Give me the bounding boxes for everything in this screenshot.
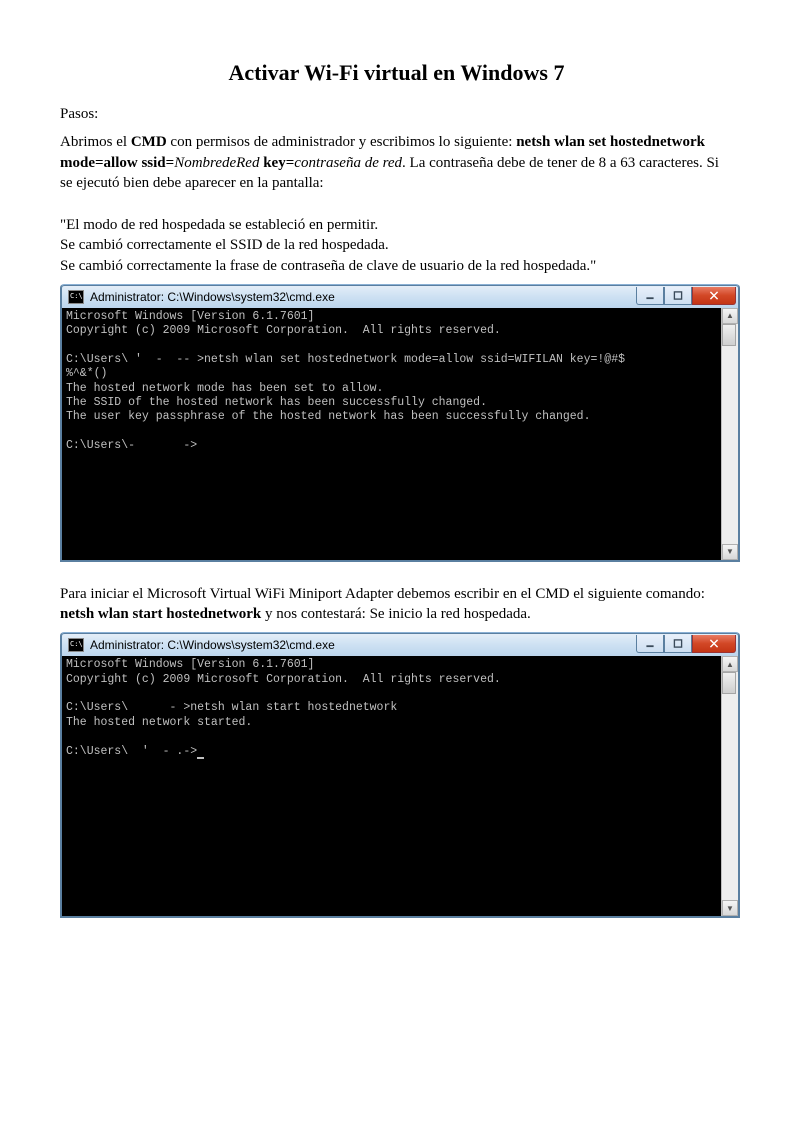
text-italic: NombredeRed xyxy=(174,155,259,171)
cmd-window-title: Administrator: C:\Windows\system32\cmd.e… xyxy=(90,638,636,652)
maximize-button[interactable] xyxy=(664,287,692,305)
minimize-icon xyxy=(645,291,655,300)
maximize-icon xyxy=(673,639,683,648)
close-icon xyxy=(709,639,719,648)
cmd-line: %^&*() xyxy=(66,367,107,380)
cmd-output[interactable]: Microsoft Windows [Version 6.1.7601] Cop… xyxy=(62,308,721,560)
close-button[interactable] xyxy=(692,287,736,305)
scroll-thumb[interactable] xyxy=(722,672,736,694)
scroll-thumb[interactable] xyxy=(722,324,736,346)
cmd-line: The SSID of the hosted network has been … xyxy=(66,396,487,409)
cmd-window-2: Administrator: C:\Windows\system32\cmd.e… xyxy=(60,632,740,918)
text-bold: netsh wlan start hostednetwork xyxy=(60,606,261,622)
steps-label: Pasos: xyxy=(60,104,733,124)
cmd-line: Copyright (c) 2009 Microsoft Corporation… xyxy=(66,673,501,686)
cmd-window-title: Administrator: C:\Windows\system32\cmd.e… xyxy=(90,290,636,304)
text: con permisos de administrador y escribim… xyxy=(167,134,517,150)
scroll-track[interactable] xyxy=(722,324,738,544)
text: y nos contestará: Se inicio la red hospe… xyxy=(261,606,531,622)
quote-line: Se cambió correctamente el SSID de la re… xyxy=(60,235,733,255)
paragraph-1: Abrimos el CMD con permisos de administr… xyxy=(60,132,733,193)
scroll-track[interactable] xyxy=(722,672,738,900)
quote-line: Se cambió correctamente la frase de cont… xyxy=(60,256,733,276)
page-title: Activar Wi-Fi virtual en Windows 7 xyxy=(60,60,733,86)
scroll-down-button[interactable]: ▼ xyxy=(722,544,738,560)
cmd-line: The user key passphrase of the hosted ne… xyxy=(66,410,591,423)
scroll-up-button[interactable]: ▲ xyxy=(722,656,738,672)
text: Para iniciar el Microsoft Virtual WiFi M… xyxy=(60,586,705,602)
cmd-body-wrap: Microsoft Windows [Version 6.1.7601] Cop… xyxy=(62,656,738,916)
text-italic: contraseña de red xyxy=(294,155,402,171)
close-icon xyxy=(709,291,719,300)
text: Abrimos el xyxy=(60,134,131,150)
cmd-line: C:\Users\ ' - -- >netsh wlan set hostedn… xyxy=(66,353,625,366)
scrollbar[interactable]: ▲ ▼ xyxy=(721,656,738,916)
close-button[interactable] xyxy=(692,635,736,653)
cmd-line: Copyright (c) 2009 Microsoft Corporation… xyxy=(66,324,501,337)
minimize-button[interactable] xyxy=(636,287,664,305)
minimize-icon xyxy=(645,639,655,648)
scroll-up-button[interactable]: ▲ xyxy=(722,308,738,324)
maximize-button[interactable] xyxy=(664,635,692,653)
cmd-line: C:\Users\ - >netsh wlan start hostednetw… xyxy=(66,701,397,714)
cmd-window-1: Administrator: C:\Windows\system32\cmd.e… xyxy=(60,284,740,562)
maximize-icon xyxy=(673,291,683,300)
cmd-icon xyxy=(68,638,84,652)
cmd-titlebar[interactable]: Administrator: C:\Windows\system32\cmd.e… xyxy=(62,286,738,308)
scroll-down-button[interactable]: ▼ xyxy=(722,900,738,916)
cmd-output[interactable]: Microsoft Windows [Version 6.1.7601] Cop… xyxy=(62,656,721,916)
text-bold: CMD xyxy=(131,134,167,150)
cmd-titlebar[interactable]: Administrator: C:\Windows\system32\cmd.e… xyxy=(62,634,738,656)
scrollbar[interactable]: ▲ ▼ xyxy=(721,308,738,560)
document-page: Activar Wi-Fi virtual en Windows 7 Pasos… xyxy=(0,0,793,1122)
minimize-button[interactable] xyxy=(636,635,664,653)
cmd-line: Microsoft Windows [Version 6.1.7601] xyxy=(66,658,314,671)
cmd-line: C:\Users\ ' - .-> xyxy=(66,745,197,758)
cmd-line: Microsoft Windows [Version 6.1.7601] xyxy=(66,310,314,323)
quote-line: "El modo de red hospedada se estableció … xyxy=(60,215,733,235)
cmd-body-wrap: Microsoft Windows [Version 6.1.7601] Cop… xyxy=(62,308,738,560)
cmd-line: C:\Users\- -> xyxy=(66,439,197,452)
cursor xyxy=(197,757,204,759)
text-bold: key= xyxy=(259,155,294,171)
cmd-icon xyxy=(68,290,84,304)
window-buttons xyxy=(636,635,736,653)
cmd-line: The hosted network mode has been set to … xyxy=(66,382,383,395)
window-buttons xyxy=(636,287,736,305)
cmd-line: The hosted network started. xyxy=(66,716,252,729)
paragraph-2: Para iniciar el Microsoft Virtual WiFi M… xyxy=(60,584,733,625)
